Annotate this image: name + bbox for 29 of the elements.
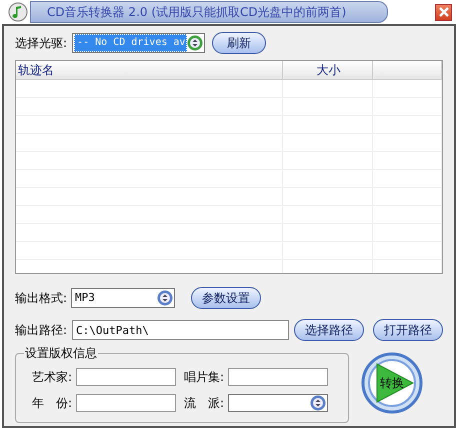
settings-button[interactable]: 参数设置 <box>191 287 262 309</box>
column-header[interactable]: 大小 <box>283 61 373 79</box>
open-path-button[interactable]: 打开路径 <box>373 319 443 341</box>
format-dropdown[interactable]: MP3 <box>71 288 176 308</box>
text-field[interactable] <box>76 394 176 412</box>
convert-button[interactable]: 转换 <box>361 351 425 415</box>
field-label: 流 派: <box>182 394 225 412</box>
path-field[interactable]: C:\OutPath\ <box>72 320 289 340</box>
close-button[interactable] <box>435 4 452 20</box>
close-icon <box>438 6 450 18</box>
group-title: 设置版权信息 <box>24 345 98 362</box>
field-label: 年 份: <box>30 394 73 412</box>
refresh-button[interactable]: 刷新 <box>212 32 266 54</box>
field-label: 艺术家: <box>30 368 73 386</box>
spinner-arrows-icon[interactable] <box>187 35 204 51</box>
field-label: 唱片集: <box>182 368 225 386</box>
spinner-arrows-icon[interactable] <box>157 290 174 306</box>
path-label: 输出路径: <box>15 322 68 338</box>
genre-dropdown[interactable] <box>228 394 328 412</box>
music-note-icon <box>8 2 28 22</box>
drive-label: 选择光驱: <box>15 34 68 52</box>
format-label: 输出格式: <box>15 290 68 306</box>
window-title: CD音乐转换器 2.0 (试用版只能抓取CD光盘中的前两首) <box>30 1 388 23</box>
text-field[interactable] <box>76 368 176 386</box>
column-header[interactable]: 轨迹名 <box>16 61 283 79</box>
text-field[interactable] <box>228 368 328 386</box>
spinner-arrows-icon[interactable] <box>310 395 326 411</box>
choose-path-button[interactable]: 选择路径 <box>294 319 364 341</box>
drive-dropdown[interactable]: -- No CD drives av <box>72 33 206 53</box>
